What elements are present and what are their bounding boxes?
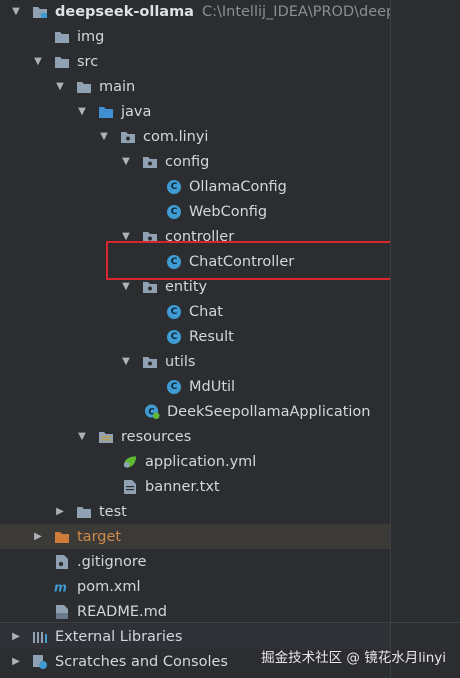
tree-label: src xyxy=(77,53,99,70)
tree-label: test xyxy=(99,503,127,520)
class-icon: C xyxy=(166,179,182,195)
class-icon: C xyxy=(166,329,182,345)
tree-item-config[interactable]: ▼ config xyxy=(0,149,390,174)
tree-item-main[interactable]: ▼ main xyxy=(0,74,390,99)
class-icon: C xyxy=(166,379,182,395)
tree-item-gitignore[interactable]: .gitignore xyxy=(0,549,390,574)
chevron-down-icon[interactable]: ▼ xyxy=(76,431,88,443)
tree-label: banner.txt xyxy=(145,478,220,495)
tree-item-java[interactable]: ▼ java xyxy=(0,99,390,124)
tree-item-target[interactable]: ▶ target xyxy=(0,524,390,549)
project-name: deepseek-ollama xyxy=(55,3,194,20)
tree-item-test[interactable]: ▶ test xyxy=(0,499,390,524)
project-tree: ▼ deepseek-ollama C:\Intellij_IDEA\PROD\… xyxy=(0,0,406,678)
tree-item-chat[interactable]: C Chat xyxy=(0,299,390,324)
chevron-right-icon[interactable]: ▶ xyxy=(10,656,22,668)
tree-label: OllamaConfig xyxy=(189,178,287,195)
tree-item-banner-txt[interactable]: banner.txt xyxy=(0,474,390,499)
library-icon xyxy=(32,629,48,645)
folder-icon xyxy=(76,504,92,520)
chevron-down-icon[interactable]: ▼ xyxy=(10,6,22,18)
tree-item-img[interactable]: img xyxy=(0,24,390,49)
tree-item-web-config[interactable]: C WebConfig xyxy=(0,199,390,224)
tree-item-application-class[interactable]: C DeekSeepollamaApplication xyxy=(0,399,390,424)
text-file-icon xyxy=(122,479,138,495)
tree-label: utils xyxy=(165,353,196,370)
source-folder-icon xyxy=(98,104,114,120)
tree-item-readme[interactable]: README.md xyxy=(0,599,390,624)
tree-item-pom[interactable]: m pom.xml xyxy=(0,574,390,599)
chevron-down-icon[interactable]: ▼ xyxy=(120,156,132,168)
tree-label: entity xyxy=(165,278,208,295)
module-folder-icon xyxy=(32,4,48,20)
project-path: C:\Intellij_IDEA\PROD\deep xyxy=(201,3,396,20)
tree-item-md-util[interactable]: C MdUtil xyxy=(0,374,390,399)
chevron-down-icon[interactable]: ▼ xyxy=(98,131,110,143)
highlight-box xyxy=(106,241,406,280)
tree-label: .gitignore xyxy=(77,553,147,570)
markdown-file-icon xyxy=(54,604,70,620)
tree-label: com.linyi xyxy=(143,128,209,145)
watermark: 掘金技术社区 @ 镜花水月linyi xyxy=(261,650,446,666)
divider xyxy=(0,622,460,623)
chevron-right-icon[interactable]: ▶ xyxy=(10,631,22,643)
class-icon: C xyxy=(166,204,182,220)
gitignore-file-icon xyxy=(54,554,70,570)
tree-label: External Libraries xyxy=(55,628,183,645)
excluded-folder-icon xyxy=(54,529,70,545)
folder-icon xyxy=(54,54,70,70)
chevron-down-icon[interactable]: ▼ xyxy=(54,81,66,93)
package-icon xyxy=(142,279,158,295)
folder-icon xyxy=(76,79,92,95)
tree-item-ollama-config[interactable]: C OllamaConfig xyxy=(0,174,390,199)
tree-label: application.yml xyxy=(145,453,257,470)
tree-label: pom.xml xyxy=(77,578,141,595)
package-icon xyxy=(120,129,136,145)
tree-label: DeekSeepollamaApplication xyxy=(167,403,371,420)
tree-label: MdUtil xyxy=(189,378,236,395)
package-icon xyxy=(142,154,158,170)
tree-item-result[interactable]: C Result xyxy=(0,324,390,349)
maven-icon: m xyxy=(54,579,70,595)
tree-item-application-yml[interactable]: application.yml xyxy=(0,449,390,474)
tree-label: Result xyxy=(189,328,234,345)
tree-label: config xyxy=(165,153,210,170)
spring-boot-class-icon: C xyxy=(144,404,160,420)
tree-label: Scratches and Consoles xyxy=(55,653,228,670)
tree-label: target xyxy=(77,528,122,545)
tree-label: main xyxy=(99,78,136,95)
chevron-right-icon[interactable]: ▶ xyxy=(32,531,44,543)
tree-label: img xyxy=(77,28,105,45)
tree-item-project-root[interactable]: ▼ deepseek-ollama C:\Intellij_IDEA\PROD\… xyxy=(0,0,395,24)
folder-icon xyxy=(54,29,70,45)
tree-label: java xyxy=(121,103,152,120)
class-icon: C xyxy=(166,304,182,320)
tree-label: Chat xyxy=(189,303,223,320)
chevron-down-icon[interactable]: ▼ xyxy=(76,106,88,118)
package-icon xyxy=(142,354,158,370)
svg-text:m: m xyxy=(54,580,67,594)
tree-label: WebConfig xyxy=(189,203,268,220)
tree-item-package[interactable]: ▼ com.linyi xyxy=(0,124,390,149)
tree-item-resources[interactable]: ▼ resources xyxy=(0,424,390,449)
scratches-icon xyxy=(32,654,48,670)
spring-config-icon xyxy=(122,454,138,470)
editor-gutter xyxy=(390,0,460,678)
chevron-down-icon[interactable]: ▼ xyxy=(120,356,132,368)
tree-label: README.md xyxy=(77,603,167,620)
tree-label: resources xyxy=(121,428,192,445)
tree-item-utils[interactable]: ▼ utils xyxy=(0,349,390,374)
chevron-down-icon[interactable]: ▼ xyxy=(32,56,44,68)
tree-item-src[interactable]: ▼ src xyxy=(0,49,390,74)
chevron-down-icon[interactable]: ▼ xyxy=(120,281,132,293)
chevron-right-icon[interactable]: ▶ xyxy=(54,506,66,518)
resources-folder-icon xyxy=(98,429,114,445)
